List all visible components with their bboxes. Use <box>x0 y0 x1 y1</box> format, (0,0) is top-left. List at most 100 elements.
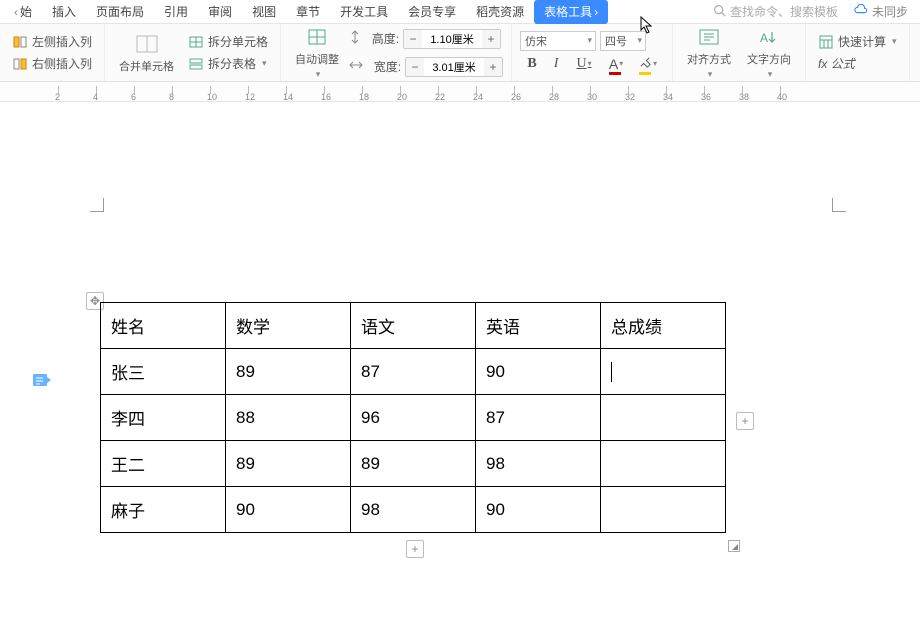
table-cell[interactable] <box>601 395 726 441</box>
split-table-button[interactable]: 拆分表格 <box>184 53 272 75</box>
menu-会员专享[interactable]: 会员专享 <box>398 0 466 24</box>
height-increase[interactable]: + <box>482 29 500 49</box>
align-button[interactable]: 对齐方式 <box>681 25 737 80</box>
merge-label: 合并单元格 <box>119 58 174 74</box>
font-size-select[interactable]: 四号 <box>600 31 646 51</box>
italic-button[interactable]: I <box>544 53 568 75</box>
table-cell[interactable]: 98 <box>476 441 601 487</box>
formula-label: fx 公式 <box>818 55 855 72</box>
group-insert-rc: 左侧插入列 右侧插入列 <box>0 24 105 81</box>
table-cell[interactable]: 张三 <box>101 349 226 395</box>
ruler-tick <box>476 86 477 94</box>
insert-col-left[interactable]: 左侧插入列 <box>8 31 96 53</box>
height-spinner[interactable]: − + <box>403 29 501 49</box>
menu-table-tools[interactable]: 表格工具 <box>534 0 608 24</box>
merge-icon <box>135 32 159 56</box>
table-header-cell[interactable]: 总成绩 <box>601 303 726 349</box>
table-header-cell[interactable]: 英语 <box>476 303 601 349</box>
ruler-tick <box>134 86 135 94</box>
table-cell[interactable]: 麻子 <box>101 487 226 533</box>
ruler-tick <box>514 86 515 94</box>
width-increase[interactable]: + <box>484 57 502 77</box>
table-cell[interactable]: 96 <box>351 395 476 441</box>
width-spinner[interactable]: − + <box>405 57 503 77</box>
menu-章节[interactable]: 章节 <box>286 0 330 24</box>
table-cell[interactable]: 89 <box>226 441 351 487</box>
height-icon <box>349 30 361 47</box>
highlight-button[interactable] <box>632 53 664 75</box>
insert-left-label: 左侧插入列 <box>32 33 92 50</box>
menu-页面布局[interactable]: 页面布局 <box>86 0 154 24</box>
split-table-icon <box>188 56 204 72</box>
underline-button[interactable]: U <box>568 53 600 75</box>
add-column-button[interactable]: + <box>736 412 754 430</box>
table-cell[interactable]: 89 <box>226 349 351 395</box>
formula-button[interactable]: fx 公式 <box>814 53 901 75</box>
table-row[interactable]: 麻子909890 <box>101 487 726 533</box>
table-cell[interactable]: 88 <box>226 395 351 441</box>
group-calc: 快速计算 fx 公式 <box>806 24 910 81</box>
table-row[interactable]: 张三898790 <box>101 349 726 395</box>
table-header-row[interactable]: 姓名数学语文英语总成绩 <box>101 303 726 349</box>
table-cell[interactable]: 89 <box>351 441 476 487</box>
command-search[interactable]: 查找命令、搜索模板 <box>705 3 846 20</box>
font-color-button[interactable]: A <box>600 53 632 75</box>
ruler-tick <box>286 86 287 94</box>
ruler-tick <box>210 86 211 94</box>
autofit-button[interactable]: 自动调整 <box>289 25 345 80</box>
table-cell[interactable]: 90 <box>226 487 351 533</box>
table-cell[interactable] <box>601 487 726 533</box>
merge-cells-button: 合并单元格 <box>113 32 180 74</box>
height-input[interactable] <box>422 29 482 49</box>
menu-审阅[interactable]: 审阅 <box>198 0 242 24</box>
table-cell[interactable]: 90 <box>476 487 601 533</box>
bold-button[interactable]: B <box>520 53 544 75</box>
insert-col-right[interactable]: 右侧插入列 <box>8 53 96 75</box>
split-cells-button[interactable]: 拆分单元格 <box>184 31 272 53</box>
svg-text:A: A <box>760 31 768 45</box>
text-direction-button[interactable]: A 文字方向 <box>741 25 797 80</box>
table-cell[interactable]: 87 <box>476 395 601 441</box>
font-name-select[interactable]: 仿宋 <box>520 31 596 51</box>
table-header-cell[interactable]: 姓名 <box>101 303 226 349</box>
menu-引用[interactable]: 引用 <box>154 0 198 24</box>
menu-插入[interactable]: 插入 <box>42 0 86 24</box>
menu-视图[interactable]: 视图 <box>242 0 286 24</box>
table-cell[interactable]: 98 <box>351 487 476 533</box>
table-header-cell[interactable]: 数学 <box>226 303 351 349</box>
page: ✥ 姓名数学语文英语总成绩张三898790李四889687王二898998麻子9… <box>60 102 860 637</box>
table-cell[interactable]: 87 <box>351 349 476 395</box>
ruler-tick <box>58 86 59 94</box>
table-cell[interactable]: 90 <box>476 349 601 395</box>
quick-calc-button[interactable]: 快速计算 <box>814 31 901 53</box>
paragraph-tag-icon[interactable] <box>30 370 54 390</box>
sync-status[interactable]: 未同步 <box>846 3 916 20</box>
grades-table[interactable]: 姓名数学语文英语总成绩张三898790李四889687王二898998麻子909… <box>100 302 726 533</box>
insert-right-icon <box>12 56 28 72</box>
table-cell[interactable]: 王二 <box>101 441 226 487</box>
table-row[interactable]: 王二898998 <box>101 441 726 487</box>
table-cell[interactable] <box>601 349 726 395</box>
table-row[interactable]: 李四889687 <box>101 395 726 441</box>
width-icon <box>349 59 363 74</box>
cloud-icon <box>854 4 868 19</box>
table-cell[interactable] <box>601 441 726 487</box>
ruler-tick <box>704 86 705 94</box>
ruler-tick <box>400 86 401 94</box>
add-row-button[interactable]: + <box>406 540 424 558</box>
group-font: 仿宋 四号 B I U A <box>512 24 673 81</box>
table-cell[interactable]: 李四 <box>101 395 226 441</box>
ribbon-toolbar: 左侧插入列 右侧插入列 合并单元格 拆分单元格 拆分表格 自动调整 <box>0 24 920 82</box>
calc-icon <box>818 34 834 50</box>
menu-稻壳资源[interactable]: 稻壳资源 <box>466 0 534 24</box>
horizontal-ruler[interactable] <box>0 82 920 102</box>
table-resize-handle[interactable] <box>728 540 740 552</box>
menu-始[interactable]: 始 <box>4 0 42 24</box>
menu-开发工具[interactable]: 开发工具 <box>330 0 398 24</box>
table-header-cell[interactable]: 语文 <box>351 303 476 349</box>
width-decrease[interactable]: − <box>406 57 424 77</box>
align-icon <box>697 25 721 49</box>
width-input[interactable] <box>424 57 484 77</box>
document-canvas[interactable]: ✥ 姓名数学语文英语总成绩张三898790李四889687王二898998麻子9… <box>0 102 920 637</box>
height-decrease[interactable]: − <box>404 29 422 49</box>
